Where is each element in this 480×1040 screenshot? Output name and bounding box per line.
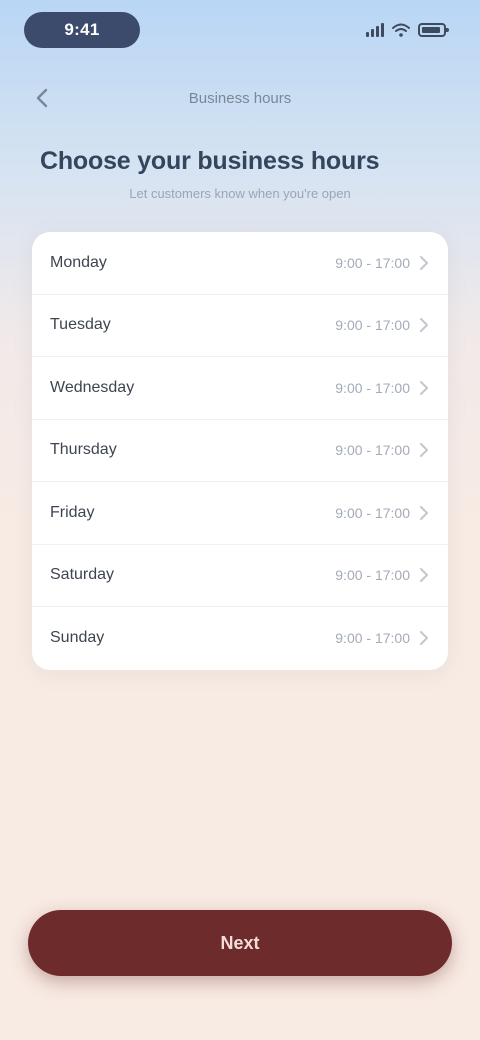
day-name: Sunday (50, 629, 105, 647)
day-row-sunday[interactable]: Sunday 9:00 - 17:00 (32, 607, 448, 670)
day-name: Monday (50, 253, 107, 271)
day-hours: 9:00 - 17:00 (335, 630, 410, 647)
nav-title: Business hours (188, 89, 292, 107)
day-hours: 9:00 - 17:00 (335, 442, 410, 459)
day-hours: 9:00 - 17:00 (335, 379, 410, 396)
chevron-right-icon (420, 380, 428, 395)
chevron-right-icon (420, 443, 428, 458)
back-button[interactable] (24, 80, 60, 116)
schedule-card: Monday 9:00 - 17:00 Tuesday 9:00 - 17:00… (32, 232, 448, 670)
day-row-tuesday[interactable]: Tuesday 9:00 - 17:00 (32, 295, 448, 357)
chevron-right-icon (420, 568, 428, 583)
page-title: Choose your business hours (40, 147, 380, 175)
day-name: Tuesday (50, 316, 111, 334)
signal-icon (366, 23, 384, 37)
day-hours: 9:00 - 17:00 (335, 504, 410, 521)
battery-icon (418, 23, 449, 37)
day-hours: 9:00 - 17:00 (335, 317, 410, 334)
page-subtitle: Let customers know when you're open (129, 186, 351, 201)
day-row-thursday[interactable]: Thursday 9:00 - 17:00 (32, 420, 448, 482)
day-name: Wednesday (50, 378, 135, 396)
day-row-friday[interactable]: Friday 9:00 - 17:00 (32, 482, 448, 545)
day-row-wednesday[interactable]: Wednesday 9:00 - 17:00 (32, 357, 448, 420)
status-time: 9:41 (24, 12, 140, 48)
day-row-saturday[interactable]: Saturday 9:00 - 17:00 (32, 545, 448, 607)
chevron-right-icon (420, 318, 428, 333)
day-name: Thursday (50, 441, 117, 459)
day-name: Friday (50, 503, 95, 521)
nav-bar: Business hours (24, 78, 456, 118)
chevron-right-icon (420, 631, 428, 646)
status-icons (366, 20, 449, 40)
day-name: Saturday (50, 566, 115, 584)
day-hours: 9:00 - 17:00 (335, 254, 410, 271)
chevron-right-icon (420, 505, 428, 520)
chevron-right-icon (420, 255, 428, 270)
day-hours: 9:00 - 17:00 (335, 567, 410, 584)
day-row-monday[interactable]: Monday 9:00 - 17:00 (32, 232, 448, 295)
next-button[interactable]: Next (28, 910, 452, 976)
wifi-icon (392, 23, 410, 37)
status-bar: 9:41 (0, 0, 480, 64)
chevron-left-icon (36, 88, 48, 108)
